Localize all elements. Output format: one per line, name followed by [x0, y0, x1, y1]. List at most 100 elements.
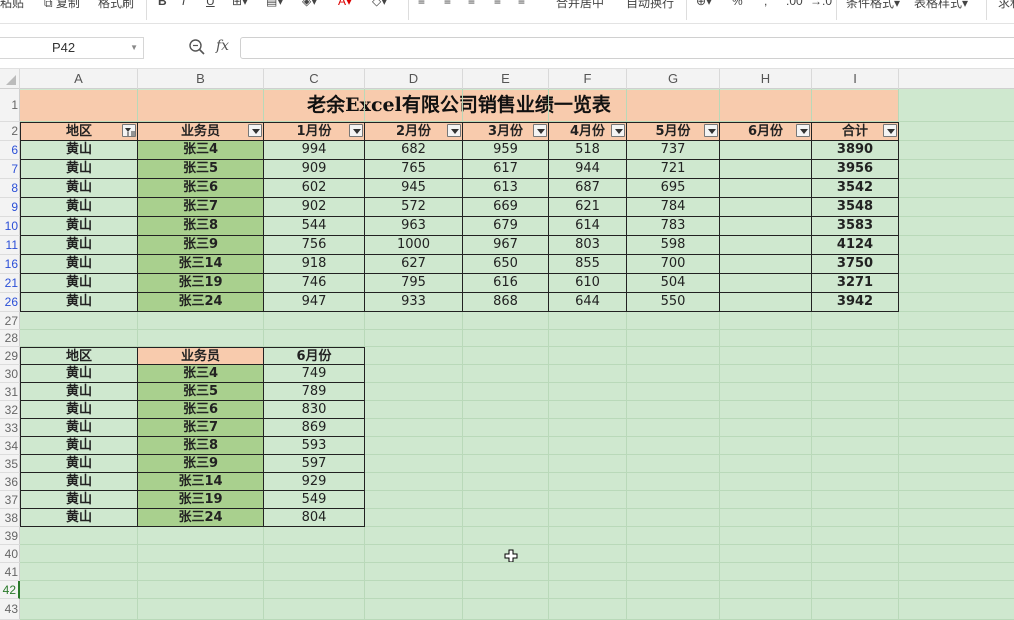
table1-cell[interactable]: 617 — [463, 160, 549, 179]
row-header-29[interactable]: 29 — [0, 347, 20, 365]
table1-cell[interactable]: 902 — [264, 198, 365, 217]
sum-button[interactable]: 求和 — [998, 0, 1014, 11]
row-header-33[interactable]: 33 — [0, 419, 20, 437]
underline-button[interactable]: U — [206, 0, 215, 8]
row-header-11[interactable]: 11 — [0, 236, 20, 255]
table1-cell[interactable]: 3750 — [812, 255, 899, 274]
table1-cell[interactable]: 3548 — [812, 198, 899, 217]
table1-cell[interactable]: 张三24 — [138, 293, 264, 312]
distribute-icon[interactable]: ≡ — [518, 0, 525, 8]
bold-button[interactable]: B — [158, 0, 167, 8]
table1-cell[interactable] — [720, 198, 812, 217]
table2-cell[interactable]: 597 — [264, 455, 365, 473]
increase-decimal-button[interactable]: .00 — [786, 0, 803, 8]
row-header-10[interactable]: 10 — [0, 217, 20, 236]
table1-cell[interactable]: 616 — [463, 274, 549, 293]
column-header-b[interactable]: B — [138, 69, 264, 89]
row-header-1[interactable]: 1 — [0, 89, 20, 122]
thousands-icon[interactable]: , — [764, 0, 767, 8]
table1-cell[interactable]: 795 — [365, 274, 463, 293]
table1-cell[interactable]: 3956 — [812, 160, 899, 179]
filter-dropdown-icon[interactable] — [447, 124, 461, 137]
row-header-36[interactable]: 36 — [0, 473, 20, 491]
format-painter-button[interactable]: 格式刷 — [98, 0, 134, 11]
table2-cell[interactable]: 869 — [264, 419, 365, 437]
table1-cell[interactable]: 868 — [463, 293, 549, 312]
row-header-37[interactable]: 37 — [0, 491, 20, 509]
table2-cell[interactable]: 黄山 — [20, 437, 138, 455]
table1-cell[interactable]: 746 — [264, 274, 365, 293]
table2-cell[interactable]: 张三9 — [138, 455, 264, 473]
table2-cell[interactable]: 804 — [264, 509, 365, 527]
table2-cell[interactable]: 黄山 — [20, 401, 138, 419]
row-header-35[interactable]: 35 — [0, 455, 20, 473]
column-header-g[interactable]: G — [627, 69, 720, 89]
row-header-16[interactable]: 16 — [0, 255, 20, 274]
fill-color-icon[interactable]: ▤▾ — [266, 0, 283, 8]
filter-dropdown-icon[interactable] — [349, 124, 363, 137]
table1-cell[interactable]: 黄山 — [20, 160, 138, 179]
align-center-icon[interactable]: ≡ — [444, 0, 451, 8]
row-header-31[interactable]: 31 — [0, 383, 20, 401]
filter-dropdown-icon[interactable] — [796, 124, 810, 137]
align-right-icon[interactable]: ≡ — [468, 0, 475, 8]
table2-cell[interactable]: 593 — [264, 437, 365, 455]
table2-cell[interactable]: 张三4 — [138, 365, 264, 383]
table2-cell[interactable]: 张三6 — [138, 401, 264, 419]
row-header-41[interactable]: 41 — [0, 563, 20, 581]
row-header-27[interactable]: 27 — [0, 312, 20, 330]
table1-cell[interactable]: 947 — [264, 293, 365, 312]
table1-cell[interactable]: 909 — [264, 160, 365, 179]
name-box[interactable]: P42 ▼ — [0, 37, 144, 59]
table2-cell[interactable]: 929 — [264, 473, 365, 491]
row-header-7[interactable]: 7 — [0, 160, 20, 179]
table1-cell[interactable]: 3942 — [812, 293, 899, 312]
column-header-a[interactable]: A — [20, 69, 138, 89]
table1-cell[interactable] — [720, 141, 812, 160]
table1-cell[interactable]: 张三5 — [138, 160, 264, 179]
table1-cell[interactable]: 黄山 — [20, 274, 138, 293]
table2-cell[interactable]: 张三24 — [138, 509, 264, 527]
table2-cell[interactable]: 黄山 — [20, 491, 138, 509]
column-header-i[interactable]: I — [812, 69, 899, 89]
table1-cell[interactable]: 669 — [463, 198, 549, 217]
merge-center-button[interactable]: 合并居中 — [556, 0, 604, 11]
table1-cell[interactable]: 700 — [627, 255, 720, 274]
table2-cell[interactable]: 789 — [264, 383, 365, 401]
align-left-icon[interactable]: ≡ — [418, 0, 425, 8]
table1-cell[interactable]: 765 — [365, 160, 463, 179]
table2-cell[interactable]: 黄山 — [20, 473, 138, 491]
row-header-40[interactable]: 40 — [0, 545, 20, 563]
table2-cell[interactable]: 黄山 — [20, 455, 138, 473]
table1-cell[interactable]: 3583 — [812, 217, 899, 236]
function-button[interactable]: fx — [216, 38, 229, 54]
table2-cell[interactable]: 张三5 — [138, 383, 264, 401]
table1-cell[interactable]: 737 — [627, 141, 720, 160]
justify-icon[interactable]: ≡ — [494, 0, 501, 8]
row-header-9[interactable]: 9 — [0, 198, 20, 217]
table2-cell[interactable]: 张三19 — [138, 491, 264, 509]
table1-cell[interactable]: 687 — [549, 179, 627, 198]
row-header-32[interactable]: 32 — [0, 401, 20, 419]
table1-cell[interactable]: 721 — [627, 160, 720, 179]
table2-cell[interactable]: 749 — [264, 365, 365, 383]
table1-cell[interactable]: 张三8 — [138, 217, 264, 236]
table1-cell[interactable]: 650 — [463, 255, 549, 274]
row-header-6[interactable]: 6 — [0, 141, 20, 160]
row-header-38[interactable]: 38 — [0, 509, 20, 527]
table-title[interactable]: 老余Excel有限公司销售业绩一览表 — [20, 90, 898, 121]
table1-cell[interactable]: 933 — [365, 293, 463, 312]
table1-cell[interactable]: 黄山 — [20, 179, 138, 198]
row-header-34[interactable]: 34 — [0, 437, 20, 455]
filter-dropdown-icon[interactable] — [533, 124, 547, 137]
table1-cell[interactable]: 695 — [627, 179, 720, 198]
table1-cell[interactable]: 张三9 — [138, 236, 264, 255]
table1-cell[interactable]: 783 — [627, 217, 720, 236]
table2-cell[interactable]: 黄山 — [20, 383, 138, 401]
table1-cell[interactable]: 张三4 — [138, 141, 264, 160]
table1-cell[interactable]: 614 — [549, 217, 627, 236]
row-header-8[interactable]: 8 — [0, 179, 20, 198]
column-header-d[interactable]: D — [365, 69, 463, 89]
table1-cell[interactable]: 682 — [365, 141, 463, 160]
row-header-43[interactable]: 43 — [0, 599, 20, 620]
